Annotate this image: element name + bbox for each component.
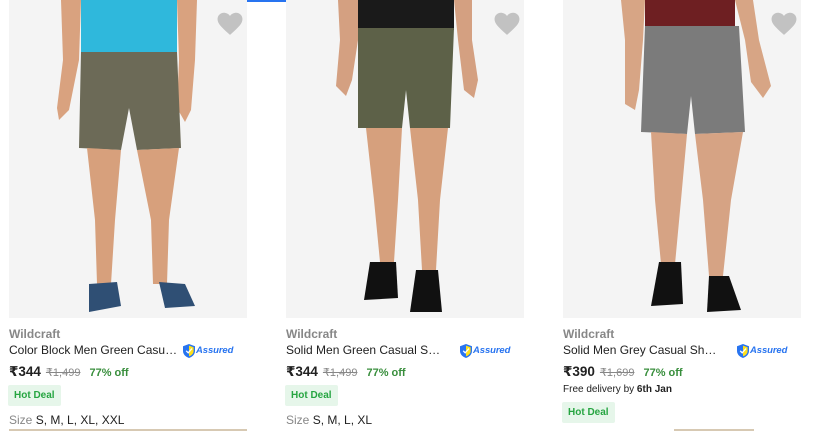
wishlist-button[interactable]: [771, 12, 797, 36]
assured-label: Assured: [473, 345, 511, 356]
delivery-info: Free delivery by 6th Jan: [563, 384, 672, 395]
assured-badge: Assured: [737, 343, 787, 358]
product-title[interactable]: Solid Men Green Casual Shorts: [286, 343, 446, 357]
product-brand: Wildcraft: [9, 327, 61, 341]
product-card[interactable]: Wildcraft Solid Men Grey Casual Shorts A…: [554, 0, 816, 431]
delivery-prefix: Free delivery by: [563, 384, 635, 395]
size-label: Size: [9, 413, 33, 427]
selling-price: ₹344: [9, 364, 41, 379]
product-title[interactable]: Solid Men Grey Casual Shorts: [563, 343, 723, 357]
wishlist-button[interactable]: [494, 12, 520, 36]
product-brand: Wildcraft: [563, 327, 615, 341]
heart-icon: [217, 12, 243, 35]
size-values: S, M, L, XL, XXL: [35, 413, 125, 427]
hot-deal-badge: Hot Deal: [285, 385, 338, 406]
shield-icon: [460, 343, 472, 358]
selling-price: ₹390: [563, 364, 595, 379]
price-row: ₹344 ₹1,499 77% off: [286, 364, 406, 380]
delivery-date: 6th Jan: [636, 384, 672, 395]
product-image[interactable]: [286, 0, 524, 318]
hot-deal-badge: Hot Deal: [562, 402, 615, 423]
price-row: ₹344 ₹1,499 77% off: [9, 364, 129, 380]
size-label: Size: [286, 413, 310, 427]
original-price: ₹1,699: [599, 367, 635, 379]
wishlist-button[interactable]: [217, 12, 243, 36]
product-image[interactable]: [9, 0, 247, 318]
assured-badge: Assured: [460, 343, 510, 358]
assured-badge: Assured: [183, 343, 233, 358]
shield-icon: [183, 343, 195, 358]
original-price: ₹1,499: [45, 367, 81, 379]
product-brand: Wildcraft: [286, 327, 338, 341]
discount-percent: 77% off: [366, 367, 406, 379]
product-card[interactable]: Wildcraft Color Block Men Green Casual S…: [0, 0, 262, 431]
price-row: ₹390 ₹1,699 77% off: [563, 364, 683, 380]
size-values: S, M, L, XL: [312, 413, 373, 427]
heart-icon: [494, 12, 520, 35]
selling-price: ₹344: [286, 364, 318, 379]
discount-percent: 77% off: [643, 367, 683, 379]
product-title[interactable]: Color Block Men Green Casual Shorts: [9, 343, 183, 357]
model-photo: [286, 0, 524, 318]
product-card[interactable]: Wildcraft Solid Men Green Casual Shorts …: [277, 0, 539, 431]
size-info: Size S, M, L, XL, XXL: [9, 413, 124, 427]
product-image[interactable]: [563, 0, 801, 318]
assured-label: Assured: [196, 345, 234, 356]
size-info: Size S, M, L, XL: [286, 413, 372, 427]
heart-icon: [771, 12, 797, 35]
shield-icon: [737, 343, 749, 358]
discount-percent: 77% off: [89, 367, 129, 379]
model-photo: [9, 0, 247, 318]
hot-deal-badge: Hot Deal: [8, 385, 61, 406]
model-photo: [563, 0, 801, 318]
original-price: ₹1,499: [322, 367, 358, 379]
assured-label: Assured: [750, 345, 788, 356]
